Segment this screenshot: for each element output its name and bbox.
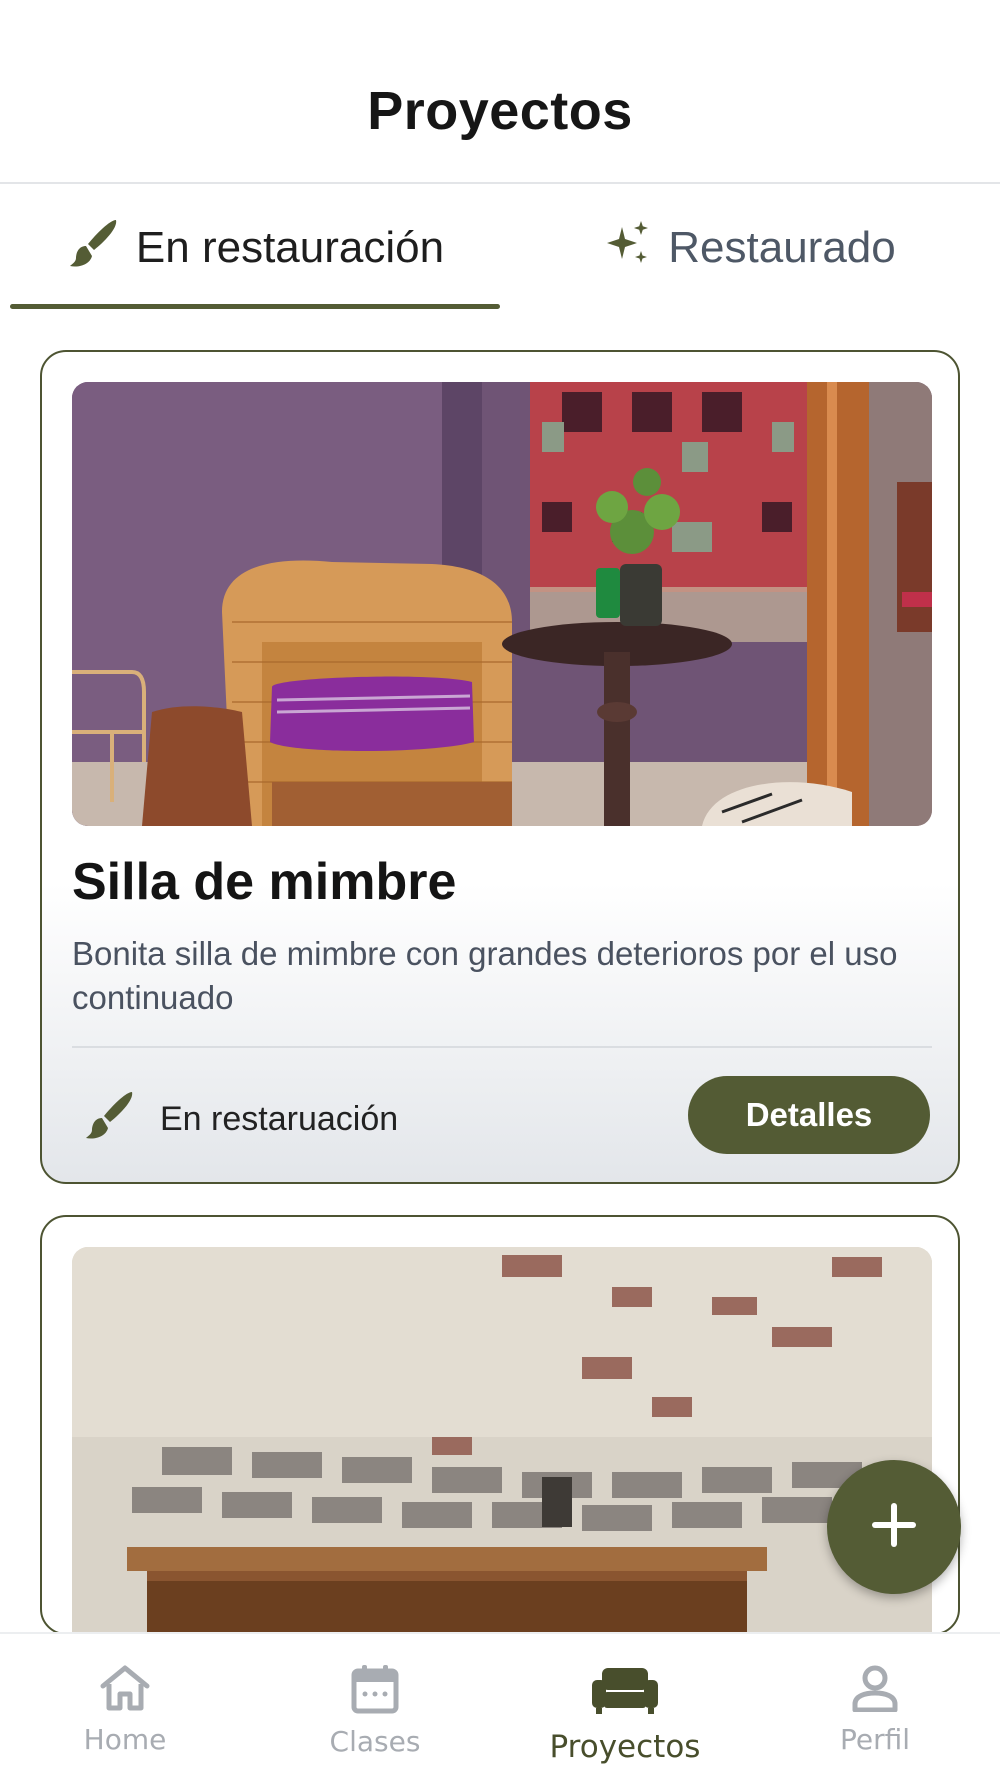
project-card[interactable] <box>40 1215 960 1635</box>
tab-restaurado[interactable]: Restaurado <box>500 186 1000 310</box>
nav-clases[interactable]: Clases <box>250 1634 500 1778</box>
app-header: Proyectos <box>0 0 1000 184</box>
sofa-icon <box>590 1634 660 1721</box>
nav-label: Home <box>83 1723 167 1756</box>
active-tab-indicator <box>10 304 500 309</box>
add-project-button[interactable] <box>827 1460 961 1594</box>
home-icon <box>99 1634 151 1717</box>
tab-en-restauracion[interactable]: En restauración <box>10 186 500 310</box>
details-button[interactable]: Detalles <box>688 1076 930 1154</box>
nav-home[interactable]: Home <box>0 1634 250 1778</box>
plus-icon <box>870 1501 918 1554</box>
project-image <box>72 382 932 826</box>
calendar-icon <box>351 1634 399 1719</box>
nav-perfil[interactable]: Perfil <box>750 1634 1000 1778</box>
paintbrush-icon <box>66 216 120 281</box>
nav-proyectos[interactable]: Proyectos <box>500 1634 750 1778</box>
tab-label: Restaurado <box>668 223 896 272</box>
card-divider <box>72 1046 932 1048</box>
nav-label: Perfil <box>839 1723 911 1756</box>
project-status: En restaruación <box>82 1088 398 1151</box>
nav-label: Proyectos <box>549 1729 701 1765</box>
tab-label: En restauración <box>135 223 445 272</box>
project-title: Silla de mimbre <box>72 853 457 911</box>
nav-label: Clases <box>329 1725 421 1758</box>
status-label: En restaruación <box>160 1100 399 1138</box>
page-title: Proyectos <box>367 81 633 141</box>
bottom-navigation: Home Clases Proyectos Perfil <box>0 1632 1000 1778</box>
sparkles-icon <box>604 219 652 278</box>
project-description: Bonita silla de mimbre con grandes deter… <box>72 935 898 1016</box>
tab-bar: En restauración Restaurado <box>0 186 1000 310</box>
person-icon <box>851 1634 899 1717</box>
project-image <box>72 1247 932 1633</box>
project-card[interactable]: Silla de mimbre Bonita silla de mimbre c… <box>40 350 960 1184</box>
paintbrush-icon <box>82 1088 136 1151</box>
